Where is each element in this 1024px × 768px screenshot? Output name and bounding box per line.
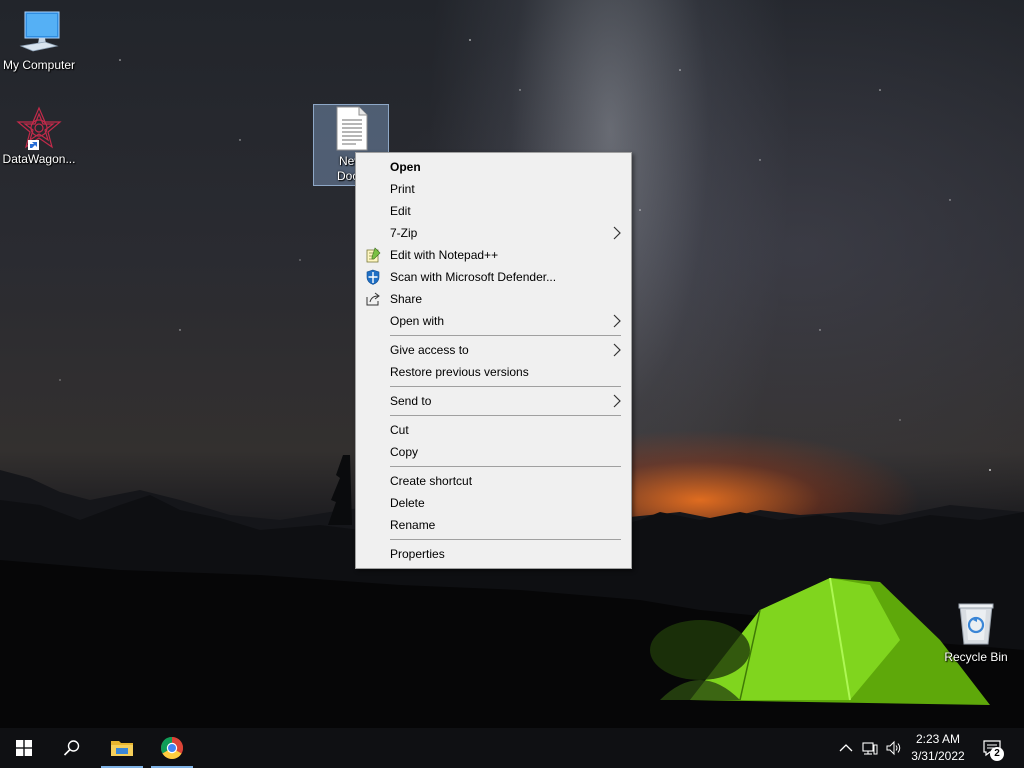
menu-item-print[interactable]: Print: [356, 178, 631, 200]
menu-separator: [390, 386, 621, 387]
menu-item-properties[interactable]: Properties: [356, 543, 631, 565]
menu-item-label: Edit: [390, 204, 411, 218]
menu-item-label: Rename: [390, 518, 436, 532]
taskbar-clock[interactable]: 2:23 AM 3/31/2022: [906, 731, 970, 765]
search-button[interactable]: [48, 728, 96, 768]
chrome-browser-icon: [161, 737, 183, 759]
search-icon: [63, 740, 80, 756]
menu-item-copy[interactable]: Copy: [356, 441, 631, 463]
menu-separator: [390, 415, 621, 416]
start-button[interactable]: [0, 728, 48, 768]
clock-date: 3/31/2022: [911, 749, 965, 763]
datawagon-star-icon: [16, 106, 62, 150]
menu-item-label: Restore previous versions: [390, 365, 529, 379]
menu-item-label: 7-Zip: [390, 226, 418, 240]
menu-item-share[interactable]: Share: [356, 288, 631, 310]
chevron-right-icon: [613, 394, 621, 408]
menu-item-scan-defender[interactable]: Scan with Microsoft Defender...: [356, 266, 631, 288]
menu-item-create-shortcut[interactable]: Create shortcut: [356, 470, 631, 492]
menu-item-edit[interactable]: Edit: [356, 200, 631, 222]
desktop-icon-label: My Computer: [2, 58, 76, 72]
menu-separator: [390, 539, 621, 540]
menu-item-label: Give access to: [390, 343, 469, 357]
menu-item-label: Scan with Microsoft Defender...: [390, 270, 557, 284]
file-explorer-folder-icon: [111, 741, 133, 756]
taskbar-file-explorer[interactable]: [98, 728, 146, 768]
desktop-icon-my-computer[interactable]: My Computer: [1, 8, 77, 73]
taskbar-chrome[interactable]: [148, 728, 196, 768]
menu-item-label: Properties: [390, 547, 445, 561]
defender-shield-icon: [366, 269, 380, 285]
taskbar: 2:23 AM 3/31/2022: [0, 728, 1024, 768]
notepad-plus-plus-icon: [366, 247, 381, 263]
clock-time: 2:23 AM: [915, 732, 961, 746]
menu-item-edit-with-notepad[interactable]: Edit with Notepad++: [356, 244, 631, 266]
notification-count-badge: 2: [990, 747, 1004, 761]
windows-logo-icon: [16, 740, 32, 756]
menu-item-rename[interactable]: Rename: [356, 514, 631, 536]
text-document-icon: [336, 106, 368, 151]
computer-monitor-icon: [19, 11, 60, 52]
menu-item-label: Create shortcut: [390, 474, 473, 488]
chevron-right-icon: [613, 226, 621, 240]
menu-item-label: Copy: [390, 445, 419, 459]
context-menu: Open Print Edit 7-Zip Edit with Notepad+…: [355, 152, 632, 569]
menu-item-label: Open with: [390, 314, 445, 328]
menu-separator: [390, 466, 621, 467]
desktop-icon-recycle-bin[interactable]: Recycle Bin: [938, 600, 1014, 665]
menu-item-open-with[interactable]: Open with: [356, 310, 631, 332]
menu-item-cut[interactable]: Cut: [356, 419, 631, 441]
menu-item-label: Delete: [390, 496, 425, 510]
menu-item-7zip[interactable]: 7-Zip: [356, 222, 631, 244]
menu-item-label: Edit with Notepad++: [390, 248, 499, 262]
menu-item-label: Print: [390, 182, 415, 196]
desktop-icon-datawagon[interactable]: DataWagon...: [1, 106, 77, 167]
recycle-bin-icon: [958, 603, 994, 645]
network-icon[interactable]: [862, 740, 878, 756]
menu-item-label: Share: [390, 292, 423, 306]
menu-item-restore-versions[interactable]: Restore previous versions: [356, 361, 631, 383]
menu-item-give-access[interactable]: Give access to: [356, 339, 631, 361]
menu-item-open[interactable]: Open: [356, 156, 631, 178]
menu-item-label: Send to: [390, 394, 432, 408]
menu-item-send-to[interactable]: Send to: [356, 390, 631, 412]
chevron-right-icon: [613, 314, 621, 328]
desktop-icon-label: Recycle Bin: [944, 650, 1008, 664]
share-icon: [366, 292, 380, 306]
chevron-right-icon: [613, 343, 621, 357]
desktop-icon-label: DataWagon...: [2, 152, 76, 166]
show-hidden-icons-chevron-up-icon[interactable]: [838, 740, 854, 756]
menu-separator: [390, 335, 621, 336]
menu-item-delete[interactable]: Delete: [356, 492, 631, 514]
menu-item-label: Open: [390, 160, 421, 174]
menu-item-label: Cut: [390, 423, 409, 437]
volume-speaker-icon[interactable]: [886, 740, 902, 756]
